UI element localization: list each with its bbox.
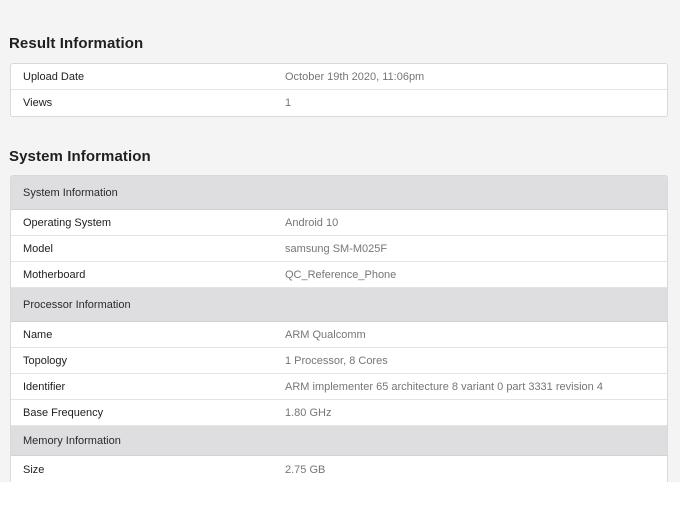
row-label: Model xyxy=(23,242,53,255)
page: Result Information Upload Date October 1… xyxy=(0,0,680,483)
table-row: Name ARM Qualcomm xyxy=(11,322,667,348)
row-label: Name xyxy=(23,328,53,341)
row-label: Base Frequency xyxy=(23,406,104,419)
row-value: 1 Processor, 8 Cores xyxy=(285,354,388,367)
row-label: Size xyxy=(23,463,45,476)
row-value: 2.75 GB xyxy=(285,463,326,476)
row-label: Topology xyxy=(23,354,68,367)
row-value: 1.80 GHz xyxy=(285,406,332,419)
system-information-title: System Information xyxy=(9,148,151,165)
row-value: samsung SM-M025F xyxy=(285,242,388,255)
group-header-system: System Information xyxy=(11,176,667,210)
table-row: Topology 1 Processor, 8 Cores xyxy=(11,348,667,374)
table-row: Model samsung SM-M025F xyxy=(11,236,667,262)
table-row: Upload Date October 19th 2020, 11:06pm xyxy=(11,64,667,90)
group-header-processor: Processor Information xyxy=(11,288,667,322)
page-bottom-strip xyxy=(0,482,680,510)
row-value: ARM implementer 65 architecture 8 varian… xyxy=(285,380,603,393)
system-information-table: System Information Operating System Andr… xyxy=(10,175,668,483)
result-information-title: Result Information xyxy=(9,35,144,52)
table-row: Size 2.75 GB xyxy=(11,456,667,483)
row-label: Operating System xyxy=(23,216,112,229)
row-label: Identifier xyxy=(23,380,66,393)
table-row: Operating System Android 10 xyxy=(11,210,667,236)
row-value: ARM Qualcomm xyxy=(285,328,366,341)
row-value: QC_Reference_Phone xyxy=(285,268,397,281)
row-value: 1 xyxy=(285,97,292,109)
row-label: Motherboard xyxy=(23,268,86,281)
table-row: Base Frequency 1.80 GHz xyxy=(11,400,667,426)
group-header-memory: Memory Information xyxy=(11,426,667,456)
result-information-table: Upload Date October 19th 2020, 11:06pm V… xyxy=(10,63,668,117)
table-row: Views 1 xyxy=(11,90,667,116)
row-label: Upload Date xyxy=(23,70,85,83)
row-value: October 19th 2020, 11:06pm xyxy=(285,70,425,83)
table-row: Identifier ARM implementer 65 architectu… xyxy=(11,374,667,400)
row-label: Views xyxy=(23,97,53,109)
table-row: Motherboard QC_Reference_Phone xyxy=(11,262,667,288)
row-value: Android 10 xyxy=(285,216,339,229)
